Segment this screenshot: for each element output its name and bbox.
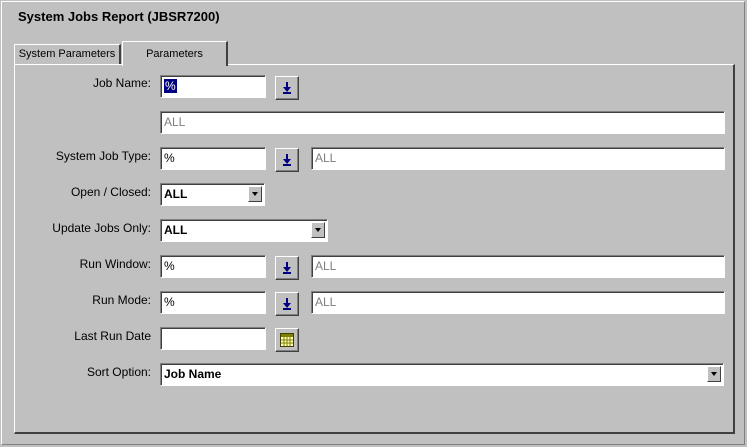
window-title: System Jobs Report (JBSR7200) [18,9,220,24]
tab-system-parameters[interactable]: System Parameters [14,44,121,64]
tab-parameters[interactable]: Parameters [122,41,228,66]
parameters-panel [14,64,735,434]
